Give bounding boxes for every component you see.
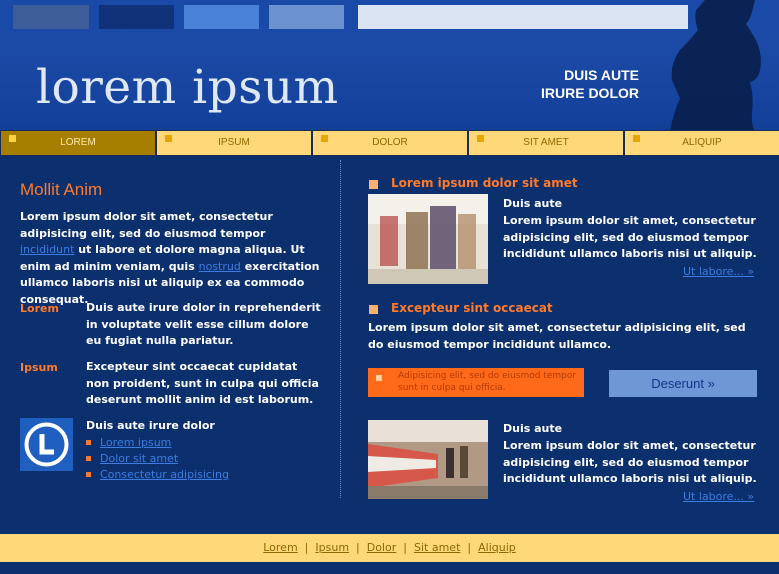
- column-divider: [340, 160, 341, 498]
- header-tagline: DUIS AUTE IRURE DOLOR: [541, 66, 639, 102]
- bottom-bar: [0, 562, 779, 574]
- list-item: Lorem ipsum: [86, 435, 229, 451]
- nav-square-icon: [477, 135, 484, 142]
- nav-item-sit-amet[interactable]: SIT AMET: [468, 131, 623, 155]
- nav-square-icon: [165, 135, 172, 142]
- section3-subtitle: Duis aute: [503, 422, 563, 435]
- footer-separator: |: [356, 541, 360, 554]
- nav-item-label: ALIQUIP: [682, 137, 722, 148]
- box-link-dolor-sit-amet[interactable]: Dolor sit amet: [100, 452, 178, 465]
- definition-label-lorem: Lorem: [20, 302, 59, 315]
- nav-square-icon: [9, 135, 16, 142]
- intro-text: Lorem ipsum dolor sit amet, consectetur …: [20, 210, 273, 240]
- intro-link-nostrud[interactable]: nostrud: [199, 260, 241, 273]
- definition-text-ipsum: Excepteur sint occaecat cupidatat non pr…: [86, 360, 319, 406]
- crowd-photo: [368, 194, 488, 284]
- section1-subtitle: Duis aute: [503, 197, 563, 210]
- highlight-bullet-icon: [376, 375, 382, 381]
- color-swatch: [269, 5, 344, 29]
- box-link-consectetur[interactable]: Consectetur adipisicing: [100, 468, 229, 481]
- left-heading: Mollit Anim: [20, 180, 103, 199]
- section-bullet-icon: [369, 305, 378, 314]
- deserunt-button[interactable]: Deserunt »: [609, 370, 757, 397]
- section3-more-link[interactable]: Ut labore... »: [683, 490, 754, 503]
- definition-label-ipsum: Ipsum: [20, 361, 58, 374]
- footer-link-ipsum[interactable]: Ipsum: [315, 541, 349, 554]
- nav-item-dolor[interactable]: DOLOR: [312, 131, 467, 155]
- section2-title: Excepteur sint occaecat: [391, 301, 553, 315]
- main-nav: LOREM IPSUM DOLOR SIT AMET ALIQUIP: [0, 130, 779, 156]
- section1-more-link[interactable]: Ut labore... »: [683, 265, 754, 278]
- intro-link-incididunt[interactable]: incididunt: [20, 243, 74, 256]
- section1-title: Lorem ipsum dolor sit amet: [391, 176, 578, 190]
- color-swatch: [99, 5, 174, 29]
- footer-separator: |: [467, 541, 472, 554]
- section3-text: Lorem ipsum dolor sit amet, consectetur …: [503, 439, 757, 485]
- nav-square-icon: [321, 135, 328, 142]
- footer-link-sit-amet[interactable]: Sit amet: [414, 541, 460, 554]
- nav-square-icon: [633, 135, 640, 142]
- color-swatch: [184, 5, 259, 29]
- tagline-line-1: DUIS AUTE: [564, 67, 639, 83]
- color-swatch: [358, 5, 688, 29]
- footer-link-dolor[interactable]: Dolor: [367, 541, 397, 554]
- box-link-lorem-ipsum[interactable]: Lorem ipsum: [100, 436, 171, 449]
- section1-text: Lorem ipsum dolor sit amet, consectetur …: [503, 214, 757, 260]
- color-swatch: [13, 5, 89, 29]
- box-link-list: Lorem ipsum Dolor sit amet Consectetur a…: [86, 435, 229, 483]
- list-item: Dolor sit amet: [86, 451, 229, 467]
- l-logo-icon: [24, 422, 69, 467]
- footer-separator: |: [403, 541, 407, 554]
- highlight-text: Adipisicing elit, sed do eiusmod tempor …: [398, 371, 577, 393]
- site-logo[interactable]: lorem ipsum: [36, 60, 339, 115]
- footer-link-lorem[interactable]: Lorem: [263, 541, 297, 554]
- nav-item-label: SIT AMET: [523, 137, 569, 148]
- footer-link-aliquip[interactable]: Aliquip: [478, 541, 516, 554]
- tagline-line-2: IRURE DOLOR: [541, 85, 639, 101]
- highlight-box: Adipisicing elit, sed do eiusmod tempor …: [368, 368, 584, 397]
- list-item: Consectetur adipisicing: [86, 467, 229, 483]
- nav-item-label: DOLOR: [372, 137, 408, 148]
- definition-text-lorem: Duis aute irure dolor in reprehenderit i…: [86, 301, 321, 347]
- footer-separator: |: [304, 541, 309, 554]
- section2-text: Lorem ipsum dolor sit amet, consectetur …: [368, 321, 746, 351]
- nav-item-lorem[interactable]: LOREM: [0, 131, 155, 155]
- box-icon: [20, 418, 73, 471]
- train-photo: [368, 420, 488, 499]
- footer-nav: Lorem | Ipsum | Dolor | Sit amet | Aliquip: [0, 534, 779, 562]
- nav-item-label: IPSUM: [218, 137, 250, 148]
- nav-item-ipsum[interactable]: IPSUM: [156, 131, 311, 155]
- intro-paragraph: Lorem ipsum dolor sit amet, consectetur …: [20, 209, 322, 308]
- nav-item-aliquip[interactable]: ALIQUIP: [624, 131, 779, 155]
- box-title: Duis aute irure dolor: [86, 419, 215, 432]
- nav-item-label: LOREM: [60, 137, 96, 148]
- section-bullet-icon: [369, 180, 378, 189]
- woman-silhouette-image: [670, 0, 761, 130]
- header: lorem ipsum DUIS AUTE IRURE DOLOR: [0, 0, 779, 130]
